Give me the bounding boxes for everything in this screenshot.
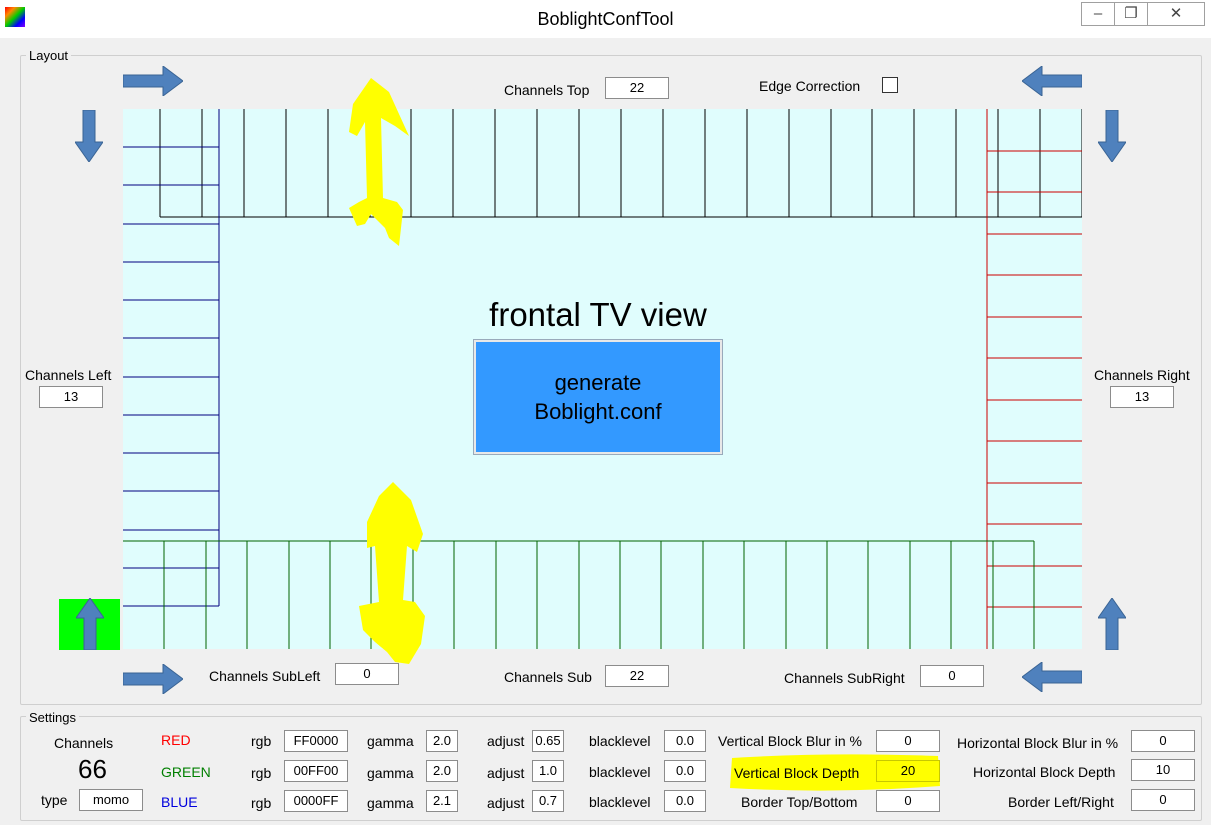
minimize-button[interactable]: ‒ <box>1081 2 1115 26</box>
red-gamma-label: gamma <box>367 733 414 749</box>
channels-left-label: Channels Left <box>25 367 112 383</box>
channels-top-field[interactable]: 22 <box>605 77 669 99</box>
green-adjust-label: adjust <box>487 765 525 781</box>
arrow-right-icon <box>123 664 183 694</box>
type-field[interactable]: momo <box>79 789 143 811</box>
red-rgb-label: rgb <box>251 733 272 749</box>
green-label: GREEN <box>161 764 211 780</box>
channels-count-value: 66 <box>78 754 107 784</box>
channels-subright-field[interactable]: 0 <box>920 665 984 687</box>
generate-button-line2: Boblight.conf <box>534 399 662 424</box>
channels-count-label: Channels <box>54 735 114 751</box>
maximize-icon: ❐ <box>1124 5 1138 22</box>
blue-blacklevel-label: blacklevel <box>589 794 651 810</box>
edge-correction-checkbox[interactable] <box>882 77 898 93</box>
vertical-depth-field[interactable]: 20 <box>876 760 940 782</box>
red-adjust-field[interactable]: 0.65 <box>532 730 564 752</box>
horizontal-depth-field[interactable]: 10 <box>1131 759 1195 781</box>
channels-right-label: Channels Right <box>1094 367 1190 383</box>
border-top-bottom-label: Border Top/Bottom <box>741 794 858 810</box>
arrow-left-icon <box>1022 662 1082 692</box>
green-adjust-field[interactable]: 1.0 <box>532 760 564 782</box>
generate-boblight-conf-button[interactable]: generate Boblight.conf <box>473 339 723 455</box>
double-headed-arrow-icon <box>349 78 409 246</box>
red-label: RED <box>161 732 191 748</box>
vertical-blur-label: Vertical Block Blur in % <box>718 733 862 749</box>
blue-adjust-label: adjust <box>487 795 525 811</box>
green-blacklevel-label: blacklevel <box>589 764 651 780</box>
channels-right-field[interactable]: 13 <box>1110 386 1174 408</box>
green-gamma-field[interactable]: 2.0 <box>426 760 458 782</box>
green-blacklevel-field[interactable]: 0.0 <box>664 760 706 782</box>
arrow-up-icon <box>1098 598 1126 650</box>
border-top-bottom-field[interactable]: 0 <box>876 790 940 812</box>
type-label: type <box>41 792 68 808</box>
horizontal-blur-field[interactable]: 0 <box>1131 730 1195 752</box>
layout-group-label: Layout <box>26 48 72 63</box>
maximize-button[interactable]: ❐ <box>1114 2 1148 26</box>
blue-label: BLUE <box>161 794 198 810</box>
minimize-icon: ‒ <box>1093 5 1103 22</box>
channels-sub-field[interactable]: 22 <box>605 665 669 687</box>
tv-view-label: frontal TV view <box>489 296 707 333</box>
arrow-right-icon <box>123 66 183 96</box>
border-left-right-label: Border Left/Right <box>1008 794 1114 810</box>
vertical-depth-label: Vertical Block Depth <box>734 765 860 781</box>
arrow-down-icon <box>75 110 103 162</box>
title-bar: BoblightConfTool ‒ ❐ ✕ <box>0 0 1211 38</box>
arrow-left-icon <box>1022 66 1082 96</box>
horizontal-depth-label: Horizontal Block Depth <box>973 764 1116 780</box>
blue-rgb-label: rgb <box>251 795 272 811</box>
arrow-up-icon <box>76 598 104 650</box>
channels-subleft-field[interactable]: 0 <box>335 663 399 685</box>
edge-correction-label: Edge Correction <box>759 78 861 94</box>
red-rgb-field[interactable]: FF0000 <box>284 730 348 752</box>
channels-sub-label: Channels Sub <box>504 669 592 685</box>
window-title: BoblightConfTool <box>537 9 674 29</box>
channels-subleft-label: Channels SubLeft <box>209 668 321 684</box>
channels-left-field[interactable]: 13 <box>39 386 103 408</box>
arrow-down-icon <box>1098 110 1126 162</box>
vertical-blur-field[interactable]: 0 <box>876 730 940 752</box>
red-blacklevel-label: blacklevel <box>589 733 651 749</box>
double-headed-arrow-icon <box>359 482 425 664</box>
blue-gamma-field[interactable]: 2.1 <box>426 790 458 812</box>
generate-button-line1: generate <box>554 370 642 395</box>
close-button[interactable]: ✕ <box>1147 2 1205 26</box>
red-gamma-field[interactable]: 2.0 <box>426 730 458 752</box>
settings-group-label: Settings <box>26 710 79 725</box>
border-left-right-field[interactable]: 0 <box>1131 789 1195 811</box>
red-blacklevel-field[interactable]: 0.0 <box>664 730 706 752</box>
blue-rgb-field[interactable]: 0000FF <box>284 790 348 812</box>
channels-top-label: Channels Top <box>504 82 590 98</box>
horizontal-blur-label: Horizontal Block Blur in % <box>957 735 1119 751</box>
green-gamma-label: gamma <box>367 765 414 781</box>
blue-blacklevel-field[interactable]: 0.0 <box>664 790 706 812</box>
green-rgb-field[interactable]: 00FF00 <box>284 760 348 782</box>
blue-adjust-field[interactable]: 0.7 <box>532 790 564 812</box>
red-adjust-label: adjust <box>487 733 525 749</box>
blue-gamma-label: gamma <box>367 795 414 811</box>
close-icon: ✕ <box>1169 5 1183 22</box>
channels-subright-label: Channels SubRight <box>784 670 905 686</box>
green-rgb-label: rgb <box>251 765 272 781</box>
